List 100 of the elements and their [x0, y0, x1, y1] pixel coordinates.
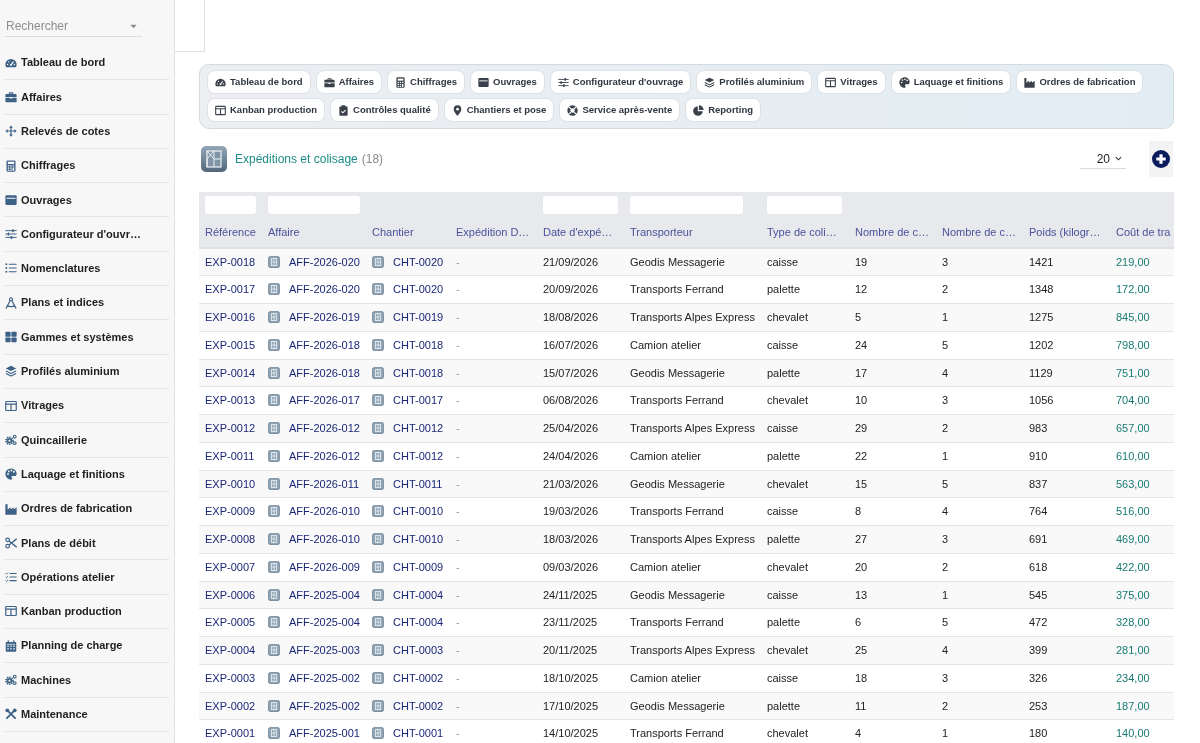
gauge-icon: [215, 76, 226, 88]
module-button[interactable]: Ouvrages: [470, 70, 545, 94]
sidebar-item[interactable]: Opérations atelier: [5, 560, 169, 595]
record-link[interactable]: EXP-0010: [205, 477, 256, 490]
record-link[interactable]: AFF-2025-001: [289, 727, 360, 740]
record-link[interactable]: CHT-0012: [393, 422, 444, 435]
search-field[interactable]: Rechercher: [5, 15, 142, 37]
record-link[interactable]: AFF-2026-020: [289, 255, 360, 268]
record-link[interactable]: CHT-0010: [393, 505, 444, 518]
record-link[interactable]: EXP-0007: [205, 560, 256, 573]
record-link[interactable]: EXP-0006: [205, 588, 256, 601]
sidebar-item[interactable]: Machines: [5, 663, 169, 698]
module-button[interactable]: Chantiers et pose: [443, 98, 555, 122]
sidebar-item[interactable]: Tableau de bord: [5, 46, 169, 81]
module-button[interactable]: Contrôles qualité: [330, 98, 439, 122]
record-link[interactable]: EXP-0009: [205, 505, 256, 518]
sidebar-item[interactable]: Kanban production: [5, 594, 169, 630]
table-cell: 10: [855, 394, 868, 407]
record-link[interactable]: AFF-2026-017: [289, 394, 360, 407]
module-button[interactable]: Configurateur d'ouvrage: [549, 70, 692, 94]
sidebar-item[interactable]: Plans et indices: [5, 286, 169, 321]
record-link[interactable]: AFF-2025-004: [289, 588, 360, 601]
table-cell: 20/11/2025: [543, 644, 598, 657]
record-link[interactable]: EXP-0002: [205, 699, 256, 712]
record-link[interactable]: AFF-2026-009: [289, 560, 360, 573]
record-link[interactable]: CHT-0002: [393, 699, 444, 712]
record-link[interactable]: CHT-0019: [393, 311, 444, 324]
record-link[interactable]: AFF-2025-004: [289, 616, 360, 629]
record-link[interactable]: EXP-0014: [205, 366, 256, 379]
record-link[interactable]: EXP-0005: [205, 616, 256, 629]
record-link[interactable]: AFF-2026-012: [289, 422, 360, 435]
record-link[interactable]: CHT-0002: [393, 671, 444, 684]
record-link[interactable]: AFF-2025-002: [289, 699, 360, 712]
record-link[interactable]: CHT-0020: [393, 283, 444, 296]
record-link[interactable]: EXP-0008: [205, 533, 256, 546]
sidebar-item[interactable]: Ordres de fabrication: [5, 491, 169, 527]
module-button[interactable]: Tableau de bord: [207, 70, 311, 94]
record-link[interactable]: CHT-0010: [393, 533, 444, 546]
sidebar-item[interactable]: Affaires: [5, 80, 169, 115]
record-link[interactable]: CHT-0012: [393, 449, 444, 462]
record-link[interactable]: CHT-0004: [393, 616, 444, 629]
page-size-select[interactable]: 20: [1080, 149, 1126, 169]
module-button[interactable]: Vitrages: [817, 70, 886, 94]
record-link[interactable]: AFF-2026-010: [289, 533, 360, 546]
record-link[interactable]: CHT-0020: [393, 255, 444, 268]
record-link[interactable]: AFF-2025-003: [289, 644, 360, 657]
sidebar-item[interactable]: Quincaillerie: [5, 423, 169, 458]
record-link[interactable]: EXP-0017: [205, 283, 256, 296]
record-link[interactable]: CHT-0018: [393, 366, 444, 379]
record-link[interactable]: EXP-0013: [205, 394, 256, 407]
record-link[interactable]: AFF-2025-002: [289, 671, 360, 684]
record-link[interactable]: CHT-0011: [393, 477, 443, 490]
record-link[interactable]: EXP-0011: [205, 449, 255, 462]
frame-tile-icon: [372, 366, 384, 379]
record-link[interactable]: EXP-0004: [205, 644, 256, 657]
record-link[interactable]: AFF-2026-018: [289, 338, 360, 351]
record-link[interactable]: EXP-0012: [205, 422, 256, 435]
record-link[interactable]: CHT-0018: [393, 338, 444, 351]
record-link[interactable]: CHT-0009: [393, 560, 444, 573]
sidebar-item[interactable]: Nomenclatures: [5, 251, 169, 287]
module-button[interactable]: Laquage et finitions: [890, 70, 1012, 94]
sidebar-item[interactable]: Configurateur d'ouvr…: [5, 217, 169, 252]
calculator-icon: [5, 159, 17, 172]
record-link[interactable]: AFF-2026-019: [289, 311, 360, 324]
record-link[interactable]: EXP-0018: [205, 255, 256, 268]
record-link[interactable]: EXP-0001: [205, 727, 256, 740]
sidebar-item[interactable]: Planning de charge: [5, 629, 169, 664]
record-link[interactable]: AFF-2026-018: [289, 366, 360, 379]
record-link[interactable]: CHT-0003: [393, 644, 444, 657]
sidebar-item[interactable]: Vitrages: [5, 388, 169, 424]
module-button[interactable]: Kanban production: [207, 98, 326, 122]
sidebar-item[interactable]: Chiffrages: [5, 148, 169, 184]
module-button[interactable]: Chiffrages: [387, 70, 466, 94]
sidebar-item[interactable]: Laquage et finitions: [5, 457, 169, 492]
table-cell: -: [456, 255, 460, 268]
record-link[interactable]: EXP-0015: [205, 338, 256, 351]
module-button[interactable]: Reporting: [685, 98, 762, 122]
record-link[interactable]: CHT-0017: [393, 394, 444, 407]
record-link[interactable]: CHT-0004: [393, 588, 444, 601]
record-link[interactable]: AFF-2026-010: [289, 505, 360, 518]
record-link[interactable]: EXP-0003: [205, 671, 256, 684]
module-button[interactable]: Profilés aluminium: [696, 70, 813, 94]
table-cell: 3: [942, 255, 949, 268]
sidebar-item[interactable]: Relevés de cotes: [5, 114, 169, 149]
module-button[interactable]: Service après-vente: [559, 98, 681, 122]
module-button[interactable]: Ordres de fabrication: [1016, 70, 1144, 94]
record-link[interactable]: EXP-0016: [205, 311, 256, 324]
table-cell: 21/09/2026: [543, 255, 599, 268]
record-link[interactable]: AFF-2026-011: [289, 477, 360, 490]
record-link[interactable]: AFF-2026-020: [289, 283, 360, 296]
record-link[interactable]: CHT-0001: [393, 727, 444, 740]
sidebar-item[interactable]: Gammes et systèmes: [5, 320, 169, 355]
module-button[interactable]: Affaires: [315, 70, 383, 94]
add-button[interactable]: [1149, 141, 1173, 177]
sidebar-item[interactable]: Profilés aluminium: [5, 354, 169, 389]
sidebar-item[interactable]: Maintenance: [5, 697, 169, 732]
sidebar-item[interactable]: Ouvrages: [5, 183, 169, 218]
record-link[interactable]: AFF-2026-012: [289, 449, 360, 462]
sidebar-item[interactable]: Plans de débit: [5, 526, 169, 561]
table-cell: 4: [942, 366, 949, 379]
